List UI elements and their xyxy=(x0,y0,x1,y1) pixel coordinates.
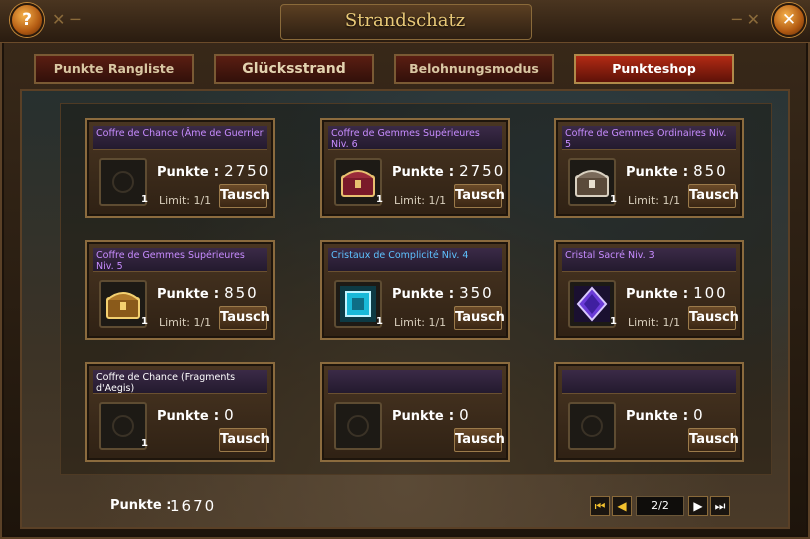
points-value: 850 xyxy=(693,162,728,180)
item-slot[interactable] xyxy=(334,158,382,206)
item-points: Punkte : 850 xyxy=(157,284,259,302)
points-value: 0 xyxy=(459,406,471,424)
shop-item-card: Cristaux de Complicité Niv. 4 1 Punkte : 3… xyxy=(320,240,510,340)
tab-punkte-rangliste[interactable]: Punkte Rangliste xyxy=(34,54,194,84)
shop-item-card: Coffre de Gemmes Supérieures Niv. 6 1 Punk… xyxy=(320,118,510,218)
item-title: Coffre de Gemmes Supérieures Niv. 6 xyxy=(328,126,502,150)
item-points: Punkte : 2750 xyxy=(392,162,506,180)
points-label: Punkte xyxy=(392,409,444,424)
item-title: Coffre de Chance (Fragments d'Aegis) xyxy=(93,370,267,394)
item-slot[interactable] xyxy=(99,402,147,450)
item-title: Coffre de Gemmes Supérieures Niv. 5 xyxy=(93,248,267,272)
item-title: Coffre de Chance (Âme de Guerrier xyxy=(93,126,267,150)
window-title: Strandschatz xyxy=(344,10,466,31)
shop-item-card: Coffre de Chance (Fragments d'Aegis) 1 Pun… xyxy=(85,362,275,462)
item-quantity: 1 xyxy=(141,194,148,205)
tausch-button[interactable]: Tausch xyxy=(219,428,270,452)
item-title xyxy=(562,370,736,394)
shop-item-card: Cristal Sacré Niv. 3 1 Punkte : 100 Limit: … xyxy=(554,240,744,340)
item-slot[interactable] xyxy=(99,280,147,328)
last-page-icon[interactable]: ⏭ xyxy=(710,496,730,516)
shop-item-card: Punkte : 0 Tausch xyxy=(554,362,744,462)
item-points: Punkte : 350 xyxy=(392,284,494,302)
item-limit: Limit: 1/1 xyxy=(159,194,212,207)
prev-page-icon[interactable]: ◀ xyxy=(612,496,632,516)
shop-item-card: Coffre de Gemmes Ordinaires Niv. 5 1 Punkt… xyxy=(554,118,744,218)
tab-punkteshop[interactable]: Punkteshop xyxy=(574,54,734,84)
item-slot[interactable] xyxy=(568,402,616,450)
points-label: Punkte xyxy=(626,287,678,302)
item-points: Punkte : 2750 xyxy=(157,162,271,180)
item-limit: Limit: 1/1 xyxy=(628,316,681,329)
points-value: 2750 xyxy=(459,162,506,180)
points-value: 350 xyxy=(459,284,494,302)
points-label: Punkte xyxy=(157,165,209,180)
ornament-left-icon: ✕ ─ xyxy=(52,10,81,29)
tausch-button[interactable]: Tausch xyxy=(454,184,505,208)
points-label: Punkte xyxy=(157,287,209,302)
item-slot[interactable] xyxy=(99,158,147,206)
points-value: 2750 xyxy=(224,162,271,180)
item-title: Cristal Sacré Niv. 3 xyxy=(562,248,736,272)
points-label: Punkte xyxy=(626,165,678,180)
points-label: Punkte xyxy=(392,287,444,302)
item-points: Punkte : 0 xyxy=(392,406,471,424)
item-slot[interactable] xyxy=(568,158,616,206)
tausch-button[interactable]: Tausch xyxy=(688,428,739,452)
item-title: Cristaux de Complicité Niv. 4 xyxy=(328,248,502,272)
item-title xyxy=(328,370,502,394)
item-quantity: 1 xyxy=(610,316,617,327)
next-page-icon[interactable]: ▶ xyxy=(688,496,708,516)
item-points: Punkte : 850 xyxy=(626,162,728,180)
page-indicator: 2/2 xyxy=(636,496,684,516)
tausch-button[interactable]: Tausch xyxy=(688,184,739,208)
ornament-right-icon: ─ ✕ xyxy=(731,10,760,29)
item-points: Punkte : 0 xyxy=(157,406,236,424)
title-bar: Strandschatz ✕ ─ ─ ✕ ? ✕ xyxy=(0,0,810,43)
points-label: Punkte xyxy=(392,165,444,180)
points-value: 850 xyxy=(224,284,259,302)
tab-belohnungsmodus[interactable]: Belohnungsmodus xyxy=(394,54,554,84)
strandschatz-window: Strandschatz ✕ ─ ─ ✕ ? ✕ Punkte Ranglist… xyxy=(0,0,810,539)
total-points-value: 1670 xyxy=(170,497,217,515)
item-quantity: 1 xyxy=(141,316,148,327)
item-quantity: 1 xyxy=(376,316,383,327)
item-limit: Limit: 1/1 xyxy=(628,194,681,207)
tausch-button[interactable]: Tausch xyxy=(219,306,270,330)
close-button[interactable]: ✕ xyxy=(772,3,806,37)
item-title: Coffre de Gemmes Ordinaires Niv. 5 xyxy=(562,126,736,150)
shop-item-card: Punkte : 0 Tausch xyxy=(320,362,510,462)
shop-item-card: Coffre de Chance (Âme de Guerrier 1 Punkte… xyxy=(85,118,275,218)
points-value: 100 xyxy=(693,284,728,302)
shop-item-card: Coffre de Gemmes Supérieures Niv. 5 1 Punk… xyxy=(85,240,275,340)
item-quantity: 1 xyxy=(376,194,383,205)
item-quantity: 1 xyxy=(141,438,148,449)
help-button[interactable]: ? xyxy=(10,3,44,37)
first-page-icon[interactable]: ⏮ xyxy=(590,496,610,516)
points-label: Punkte xyxy=(157,409,209,424)
points-value: 0 xyxy=(693,406,705,424)
tausch-button[interactable]: Tausch xyxy=(688,306,739,330)
points-value: 0 xyxy=(224,406,236,424)
tausch-button[interactable]: Tausch xyxy=(454,306,505,330)
points-label: Punkte xyxy=(626,409,678,424)
item-limit: Limit: 1/1 xyxy=(394,194,447,207)
item-quantity: 1 xyxy=(610,194,617,205)
item-points: Punkte : 0 xyxy=(626,406,705,424)
item-slot[interactable] xyxy=(568,280,616,328)
tausch-button[interactable]: Tausch xyxy=(219,184,270,208)
tab-gluecksstrand[interactable]: Glücksstrand xyxy=(214,54,374,84)
item-limit: Limit: 1/1 xyxy=(159,316,212,329)
item-slot[interactable] xyxy=(334,402,382,450)
item-slot[interactable] xyxy=(334,280,382,328)
tausch-button[interactable]: Tausch xyxy=(454,428,505,452)
item-points: Punkte : 100 xyxy=(626,284,728,302)
item-limit: Limit: 1/1 xyxy=(394,316,447,329)
total-points-label: Punkte : xyxy=(110,498,172,513)
